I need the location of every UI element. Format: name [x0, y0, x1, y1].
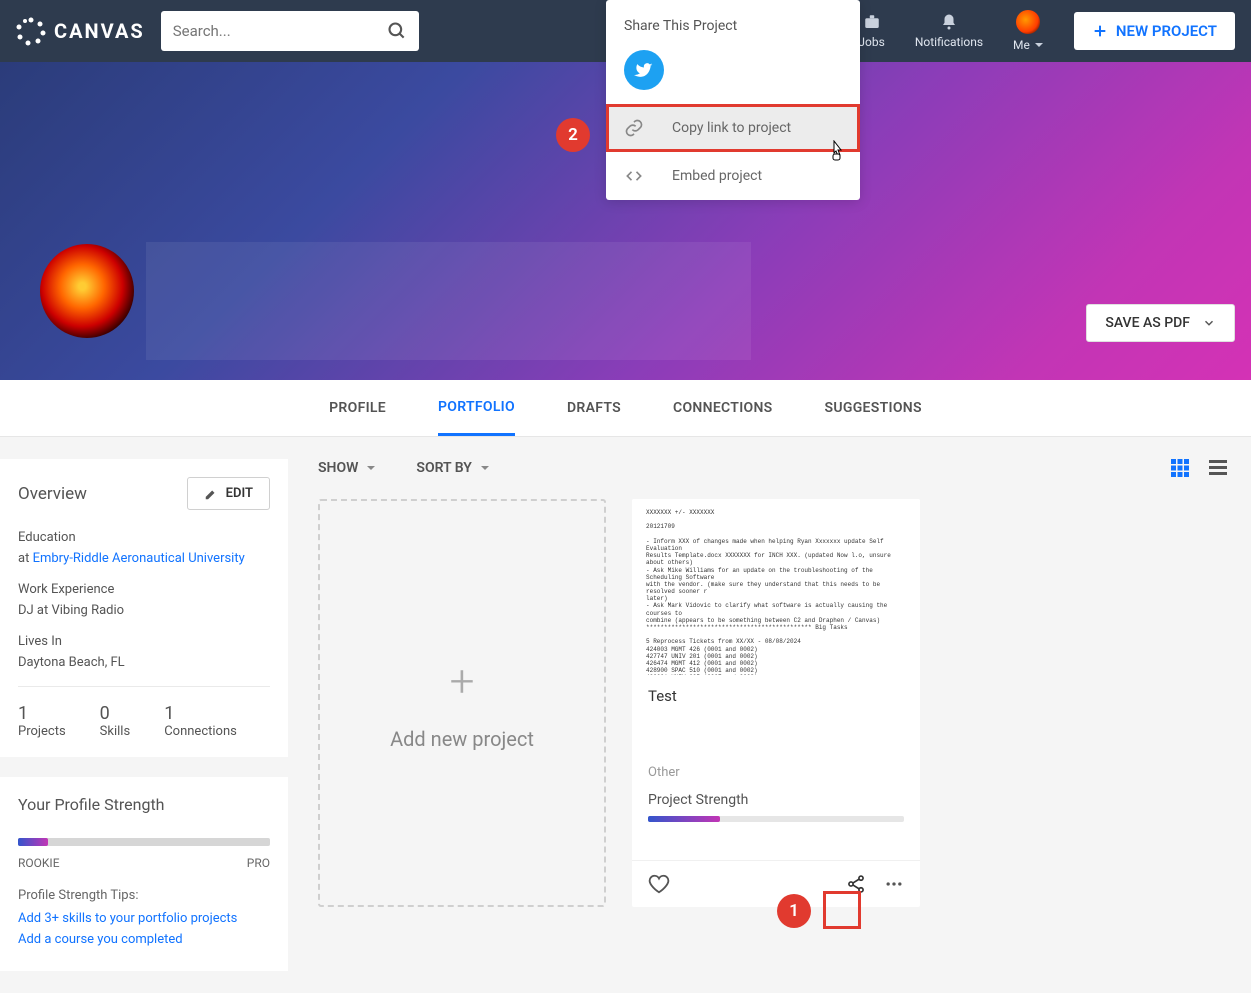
tab-portfolio[interactable]: PORTFOLIO	[438, 381, 515, 436]
project-thumbnail: XXXXXXX +/- XXXXXXX20121709- Inform XXX …	[632, 499, 920, 675]
more-button[interactable]	[884, 874, 904, 894]
lives-value: Daytona Beach, FL	[18, 655, 270, 670]
tab-suggestions[interactable]: SUGGESTIONS	[825, 382, 922, 434]
copy-link-label: Copy link to project	[672, 120, 791, 136]
nav-notifications[interactable]: Notifications	[915, 13, 983, 49]
search-icon[interactable]	[387, 21, 407, 41]
project-strength-bar	[648, 816, 904, 822]
tab-connections[interactable]: CONNECTIONS	[673, 382, 773, 434]
tip-link-1[interactable]: Add 3+ skills to your portfolio projects	[18, 911, 270, 926]
education-label: Education	[18, 530, 270, 545]
profile-name-area	[146, 242, 751, 360]
save-as-pdf-label: SAVE AS PDF	[1105, 315, 1190, 331]
embed-item[interactable]: Embed project	[606, 152, 860, 200]
project-category: Other	[648, 765, 904, 780]
project-card[interactable]: XXXXXXX +/- XXXXXXX20121709- Inform XXX …	[632, 499, 920, 907]
new-project-button[interactable]: NEW PROJECT	[1074, 12, 1235, 50]
new-project-label: NEW PROJECT	[1116, 22, 1217, 40]
chevron-down-icon	[1034, 40, 1044, 50]
stat-skills: 0Skills	[100, 703, 131, 739]
chevron-down-icon	[366, 463, 376, 473]
chevron-down-icon	[480, 463, 490, 473]
more-icon	[884, 874, 904, 894]
link-icon	[624, 118, 644, 138]
portfolio-toolbar: SHOW SORT BY	[310, 459, 1235, 477]
education-value: at Embry-Riddle Aeronautical University	[18, 551, 270, 566]
tips-label: Profile Strength Tips:	[18, 888, 270, 903]
list-icon	[1209, 459, 1227, 477]
project-footer	[632, 860, 920, 907]
bell-icon	[940, 13, 958, 31]
stats-row: 1Projects 0Skills 1Connections	[18, 686, 270, 739]
brand-logo[interactable]: CANVAS	[16, 16, 145, 46]
code-icon	[624, 166, 644, 186]
grid-view-button[interactable]	[1171, 459, 1189, 477]
share-popover: Share This Project Copy link to project …	[606, 0, 860, 200]
strength-low: ROOKIE	[18, 856, 60, 870]
share-title: Share This Project	[606, 0, 860, 42]
search-input[interactable]	[173, 22, 387, 40]
heart-icon	[648, 873, 670, 895]
profile-avatar[interactable]	[40, 244, 134, 338]
strength-high: PRO	[247, 856, 270, 870]
annotation-badge-2: 2	[556, 118, 590, 152]
nav-jobs-label: Jobs	[858, 35, 884, 49]
embed-label: Embed project	[672, 168, 762, 184]
project-title: Test	[648, 687, 904, 705]
add-project-label: Add new project	[390, 727, 534, 751]
avatar-icon	[1016, 10, 1040, 34]
add-project-card[interactable]: + Add new project	[318, 499, 606, 907]
stat-projects: 1Projects	[18, 703, 66, 739]
chevron-down-icon	[1202, 316, 1216, 330]
annotation-badge-1: 1	[777, 894, 811, 928]
profile-strength-title: Your Profile Strength	[18, 795, 270, 814]
work-value: DJ at Vibing Radio	[18, 603, 270, 618]
twitter-icon	[634, 60, 654, 80]
education-link[interactable]: Embry-Riddle Aeronautical University	[33, 551, 245, 566]
plus-icon: +	[450, 655, 475, 707]
profile-tabs: PROFILE PORTFOLIO DRAFTS CONNECTIONS SUG…	[0, 380, 1251, 437]
project-strength-label: Project Strength	[648, 792, 904, 808]
nav-jobs[interactable]: Jobs	[858, 13, 884, 49]
profile-strength-bar	[18, 838, 270, 846]
sort-dropdown[interactable]: SORT BY	[416, 460, 490, 476]
nav-notifications-label: Notifications	[915, 35, 983, 49]
search-box[interactable]	[161, 11, 419, 51]
edit-button[interactable]: EDIT	[187, 477, 270, 510]
pencil-icon	[204, 487, 218, 501]
save-as-pdf-button[interactable]: SAVE AS PDF	[1086, 304, 1235, 342]
stat-connections: 1Connections	[164, 703, 237, 739]
brand-text: CANVAS	[54, 19, 145, 43]
copy-link-item[interactable]: Copy link to project	[606, 104, 860, 152]
lives-label: Lives In	[18, 634, 270, 649]
work-label: Work Experience	[18, 582, 270, 597]
profile-strength-panel: Your Profile Strength ROOKIE PRO Profile …	[0, 777, 288, 971]
edit-label: EDIT	[226, 486, 253, 501]
like-button[interactable]	[648, 873, 670, 895]
show-dropdown[interactable]: SHOW	[318, 460, 376, 476]
share-twitter-button[interactable]	[624, 50, 664, 90]
briefcase-icon	[862, 13, 882, 31]
nav-me-label: Me	[1013, 38, 1030, 52]
profile-strength-fill	[18, 838, 48, 846]
plus-icon	[1092, 23, 1108, 39]
share-button[interactable]	[846, 874, 866, 894]
share-icon	[846, 874, 866, 894]
canvas-logo-icon	[16, 16, 46, 46]
grid-icon	[1171, 459, 1189, 477]
overview-panel: Overview EDIT Education at Embry-Riddle …	[0, 459, 288, 757]
tip-link-2[interactable]: Add a course you completed	[18, 932, 270, 947]
list-view-button[interactable]	[1209, 459, 1227, 477]
tab-profile[interactable]: PROFILE	[329, 382, 386, 434]
overview-title: Overview	[18, 484, 87, 504]
nav-me[interactable]: Me	[1013, 10, 1044, 52]
tab-drafts[interactable]: DRAFTS	[567, 382, 621, 434]
